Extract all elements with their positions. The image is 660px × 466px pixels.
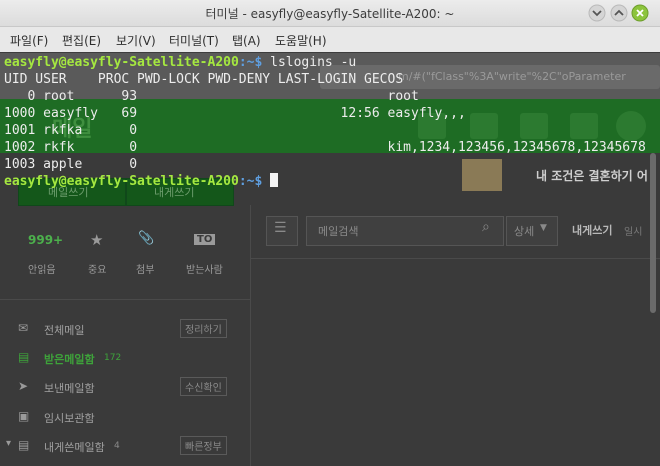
address-fragment: m/#("fClass"%3A"write"%2C"oParameter: [398, 70, 626, 83]
chevron-down-icon: ▼: [540, 223, 547, 233]
close-button[interactable]: [631, 4, 649, 22]
envelope-icon: ✉: [18, 321, 29, 335]
prompt-dir: :~$: [238, 174, 263, 189]
minimize-icon: [588, 4, 606, 22]
self-count: 4: [114, 441, 120, 451]
important-label: 중요: [88, 265, 107, 276]
output-row: 1003 apple 0: [4, 157, 138, 172]
receiver-label: 받는사람: [186, 265, 223, 276]
menu-help[interactable]: 도움말(H): [275, 32, 327, 49]
prompt-user: easyfly@easyfly-Satellite-A200: [4, 174, 239, 189]
text-cursor: [270, 173, 279, 187]
menu-list-icon: ☰: [274, 220, 287, 236]
ad-text: 내 조건은 결혼하기 어: [536, 169, 648, 183]
to-icon: TO: [194, 234, 216, 245]
close-icon: [631, 4, 649, 22]
menu-edit[interactable]: 편집(E): [62, 32, 101, 49]
inbox-count: 172: [104, 353, 122, 363]
title-bar: 터미널 - easyfly@easyfly-Satellite-A200: ~: [0, 0, 660, 27]
window-title: 터미널 - easyfly@easyfly-Satellite-A200: ~: [205, 7, 455, 21]
folder-drafts: 임시보관함: [44, 412, 95, 425]
prompt-line-1: easyfly@easyfly-Satellite-A200:~$ lslogi…: [4, 54, 356, 71]
compose-self-link: 내게쓰기: [572, 224, 613, 237]
read-receipt-button: 수신확인: [180, 377, 227, 396]
menu-terminal[interactable]: 터미널(T): [169, 32, 219, 49]
quick-attach-button: 빠른정부: [180, 436, 227, 455]
self-mail-icon: ▤: [18, 438, 30, 452]
unread-count: 999+: [28, 233, 64, 247]
prompt-line-2[interactable]: easyfly@easyfly-Satellite-A200:~$: [4, 173, 279, 190]
terminal-area[interactable]: m/#("fClass"%3A"write"%2C"oParameter 메일 …: [0, 53, 660, 466]
unread-label: 안읽음: [28, 265, 56, 276]
send-icon: ➤: [18, 379, 29, 393]
output-row: 1001 rkfka 0: [4, 123, 138, 138]
output-row: 0 root 93 root: [4, 89, 419, 104]
folder-inbox: 받은메일함: [44, 353, 95, 366]
inbox-icon: ▤: [18, 350, 30, 364]
attach-label: 첨부: [136, 265, 155, 276]
menu-tabs[interactable]: 탭(A): [232, 32, 261, 49]
menu-view[interactable]: 보기(V): [116, 32, 156, 49]
menu-file[interactable]: 파일(F): [10, 32, 48, 49]
prompt-dir: :~$: [238, 55, 263, 70]
mail-search-input: 메일검색: [318, 225, 359, 238]
maximize-button[interactable]: [610, 4, 628, 22]
organize-button: 정리하기: [180, 319, 227, 338]
schedule-link: 일시: [624, 227, 643, 238]
menu-bar: 파일(F) 편집(E) 보기(V) 터미널(T) 탭(A) 도움말(H): [0, 27, 660, 52]
detail-dropdown: 상세: [514, 225, 535, 238]
search-icon: ⌕: [482, 219, 490, 235]
prompt-user: easyfly@easyfly-Satellite-A200: [4, 55, 239, 70]
output-header: UID USER PROC PWD-LOCK PWD-DENY LAST-LOG…: [4, 72, 404, 87]
output-row: 1002 rkfk 0 kim,1234,123456,12345678,123…: [4, 140, 646, 155]
folder-sent: 보낸메일함: [44, 382, 95, 395]
expand-icon: ▾: [6, 438, 12, 449]
star-icon: ★: [90, 231, 104, 249]
folder-all: 전체메일: [44, 324, 85, 337]
scrollbar[interactable]: [650, 153, 656, 313]
command-text: lslogins -u: [262, 55, 357, 70]
minimize-button[interactable]: [588, 4, 606, 22]
terminal-window: 터미널 - easyfly@easyfly-Satellite-A200: ~ …: [0, 0, 660, 466]
draft-icon: ▣: [18, 409, 30, 423]
maximize-icon: [610, 4, 628, 22]
paperclip-icon: 📎: [138, 231, 155, 246]
folder-self: 내게쓴메일함: [44, 441, 105, 454]
output-row: 1000 easyfly 69 12:56 easyfly,,,: [4, 106, 466, 121]
